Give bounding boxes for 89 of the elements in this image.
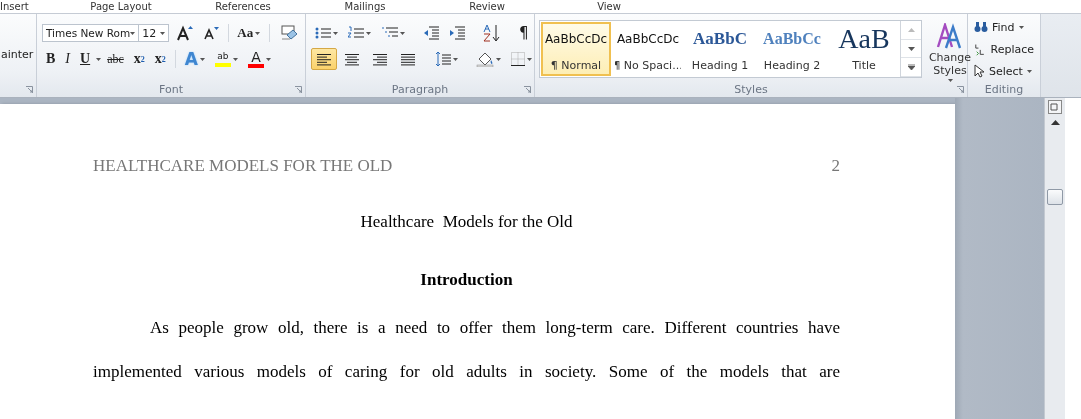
borders-icon [511,52,525,66]
dropdown-caret-icon [232,57,238,61]
style-preview: AaB [838,26,890,51]
highlight-color-bar [214,62,231,67]
dropdown-caret-icon [366,31,371,35]
increase-indent-icon [449,26,465,40]
scrollbar-thumb[interactable] [1047,189,1063,205]
scroll-down-icon[interactable] [907,46,915,51]
dropdown-caret-icon [1026,69,1032,73]
style-preview: AaBbC [693,27,747,50]
group-label: Paragraph [391,82,449,96]
dropdown-caret-icon [1018,25,1024,29]
style-preview: AaBbCc [763,28,821,49]
style-item[interactable]: AaBbCc Heading 2 [757,22,827,76]
dropdown-caret-icon [255,31,261,35]
italic-button[interactable]: I [61,48,74,70]
ribbon-tab[interactable]: View [548,0,670,13]
decrease-indent-icon [423,26,439,40]
align-right-icon [373,52,387,66]
paint-bucket-icon [476,51,494,67]
more-styles-icon[interactable] [907,64,915,71]
style-preview: AaBbCcDc [544,30,608,48]
line-spacing-icon [435,51,451,67]
scroll-up-icon[interactable] [1050,120,1060,125]
pointer-icon [974,64,985,78]
style-item[interactable]: AaB Title [829,22,899,76]
section-heading: Introduction [419,270,514,290]
ruler-toggle-icon[interactable] [1048,100,1062,114]
numbering-icon [348,26,364,40]
ribbon-tab[interactable]: Page Layout [60,0,182,13]
page-number: 2 [831,156,840,176]
dropdown-caret-icon [199,57,205,61]
style-item[interactable]: AaBbCcDc ¶ Normal [541,22,611,76]
vertical-scrollbar[interactable] [1044,98,1065,419]
grow-font-icon [174,25,193,41]
shrink-font-icon [202,26,219,40]
eraser-icon [279,25,297,41]
ribbon-tab[interactable]: Insert [0,0,60,13]
multilevel-list-icon [381,26,398,40]
dialog-launcher-icon[interactable] [295,86,302,93]
align-justify-icon [401,52,415,66]
dialog-launcher-icon[interactable] [26,86,33,93]
align-center-icon [345,52,359,66]
ribbon-tab[interactable]: Mailings [304,0,426,13]
style-name: ¶ Normal [550,58,602,72]
ribbon-tab[interactable]: Review [426,0,548,13]
show-formatting-marks-button[interactable]: ¶ [515,22,533,44]
dropdown-caret-icon [333,31,338,35]
style-item[interactable]: AaBbC Heading 1 [685,22,755,76]
sort-icon [483,24,501,42]
change-case-button[interactable]: Aa [233,22,265,44]
letters-icon [936,23,964,49]
dialog-launcher-icon[interactable] [524,86,531,93]
style-preview: AaBbCcDc [616,30,680,48]
style-name: Heading 1 [691,58,749,72]
dropdown-caret-icon [400,31,405,35]
format-painter-label[interactable]: ainter [1,34,34,61]
group-label: Editing [984,83,1024,96]
dropdown-caret-icon [265,57,271,61]
font-name-field[interactable]: Times New Rom [42,24,140,42]
bullets-icon [315,26,331,40]
dialog-launcher-icon[interactable] [957,86,964,93]
align-left-button[interactable] [311,48,337,70]
dropdown-caret-icon [159,31,165,35]
dropdown-caret-icon [947,79,953,82]
dropdown-caret-icon [130,31,136,35]
dropdown-caret-icon [453,57,458,61]
strike-button[interactable]: abc [103,48,128,70]
body-paragraph: As people grow old, there is a need to offer them long-term care. Different countries have implemented various models of caring for old adults in society. Some of the models that are [93,317,840,383]
style-name: ¶ No Spaci... [615,58,681,72]
bold-button[interactable]: B [42,48,60,70]
dropdown-caret-icon [496,57,501,61]
binoculars-icon [974,21,988,33]
document-title: Healthcare Models for the Old [359,212,574,232]
style-item[interactable]: AaBbCcDc ¶ No Spaci... [613,22,683,76]
font-size-field[interactable]: 12 [138,24,169,42]
group-label: Styles [734,83,768,96]
dropdown-caret-icon [527,57,532,61]
dropdown-caret-icon [96,57,102,61]
running-header: HEALTHCARE MODELS FOR THE OLD [93,156,393,176]
style-name: Title [852,58,876,72]
group-label: Font [159,82,183,96]
align-left-icon [317,52,331,66]
highlight-button[interactable]: ab [210,48,242,70]
underline-button[interactable]: U [76,48,95,70]
style-name: Heading 2 [763,58,821,72]
font-color-bar [247,63,264,68]
ribbon-tab[interactable]: References [182,0,304,13]
font-color-button[interactable]: A [243,48,275,70]
